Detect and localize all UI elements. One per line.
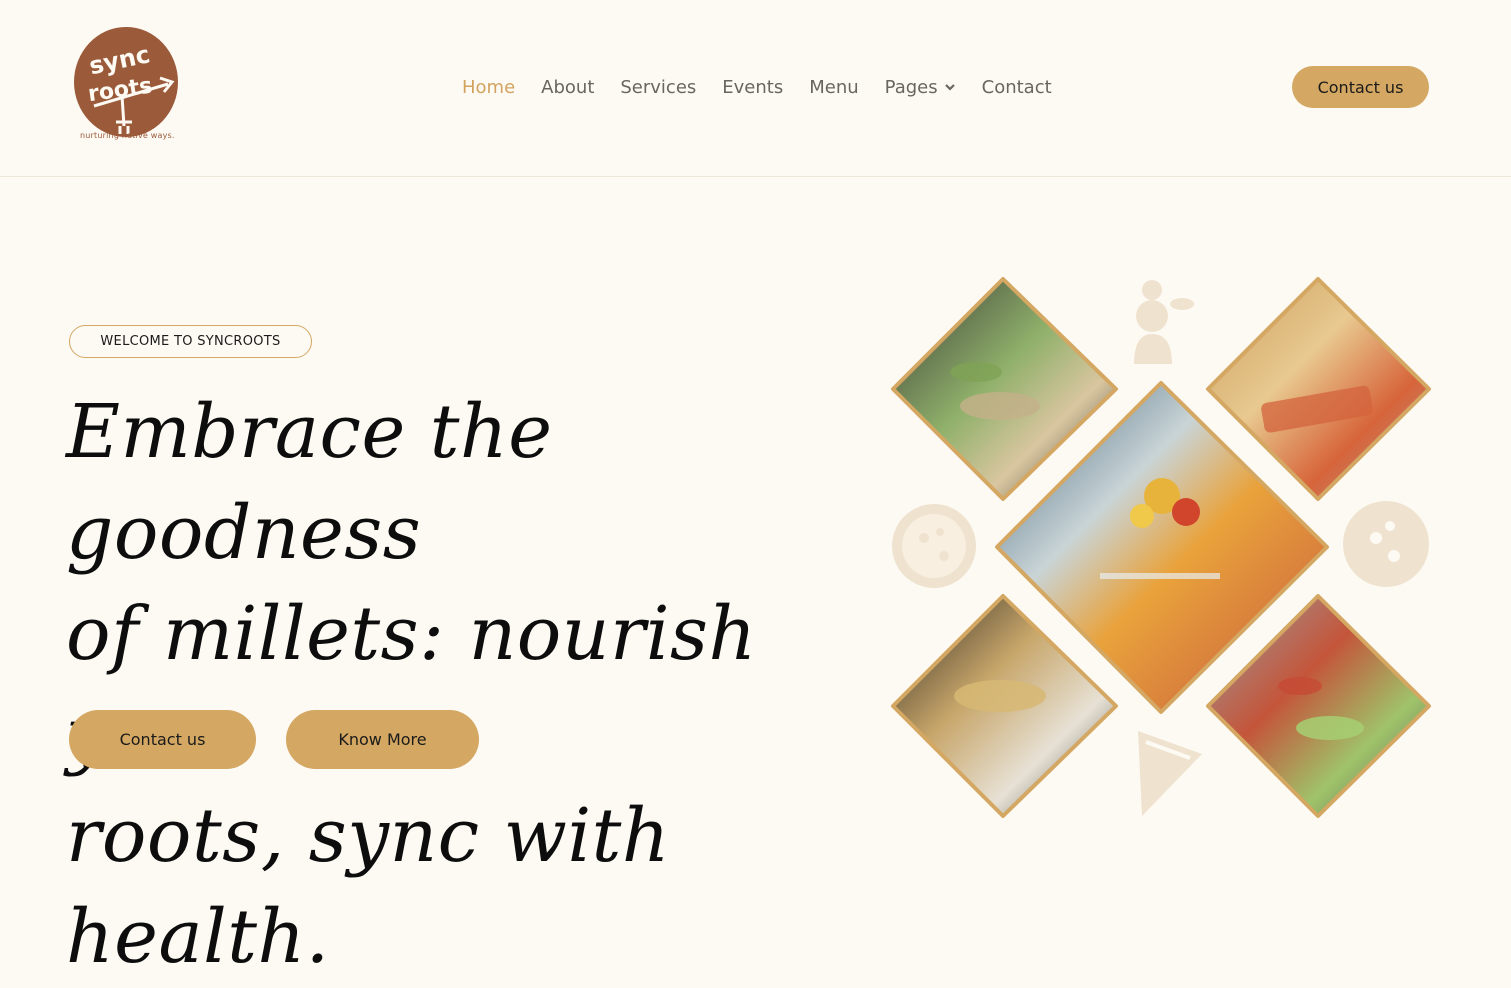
welcome-badge: WELCOME TO SYNCROOTS <box>69 325 312 358</box>
nav-label: About <box>541 76 595 98</box>
pizza-slice-icon <box>1138 731 1202 816</box>
know-more-button[interactable]: Know More <box>286 710 479 769</box>
headline-line: roots, sync with health. <box>66 793 671 980</box>
pizza-icon <box>892 504 976 588</box>
chef-icon <box>1134 280 1194 364</box>
main-nav: Home About Services Events Menu Pages Co… <box>462 74 1052 100</box>
nav-label: Menu <box>809 76 859 98</box>
food-collage <box>890 276 1435 821</box>
nav-item-contact[interactable]: Contact <box>982 77 1052 98</box>
header-contact-button[interactable]: Contact us <box>1292 66 1429 108</box>
pizza-icon <box>1343 501 1429 587</box>
hero-contact-button[interactable]: Contact us <box>69 710 256 769</box>
site-header: sync roots nurturing native ways. Home A… <box>0 0 1511 177</box>
nav-item-services[interactable]: Services <box>620 77 696 98</box>
nav-item-pages[interactable]: Pages <box>885 77 956 98</box>
nav-label: Home <box>462 76 516 98</box>
nav-item-events[interactable]: Events <box>722 77 783 98</box>
nav-label: Events <box>722 76 784 98</box>
syncroots-logo[interactable]: sync roots <box>72 26 184 148</box>
headline-line: Embrace the goodness <box>66 389 553 576</box>
nav-item-menu[interactable]: Menu <box>809 77 858 98</box>
nav-item-home[interactable]: Home <box>462 77 515 98</box>
chevron-down-icon <box>944 84 955 91</box>
nav-label: Services <box>620 76 697 98</box>
nav-label: Pages <box>884 76 938 98</box>
hero-headline: Embrace the goodness of millets: nourish… <box>66 382 856 988</box>
logo-tagline: nurturing native ways. <box>80 131 175 140</box>
nav-item-about[interactable]: About <box>541 77 594 98</box>
nav-label: Contact <box>981 76 1052 98</box>
